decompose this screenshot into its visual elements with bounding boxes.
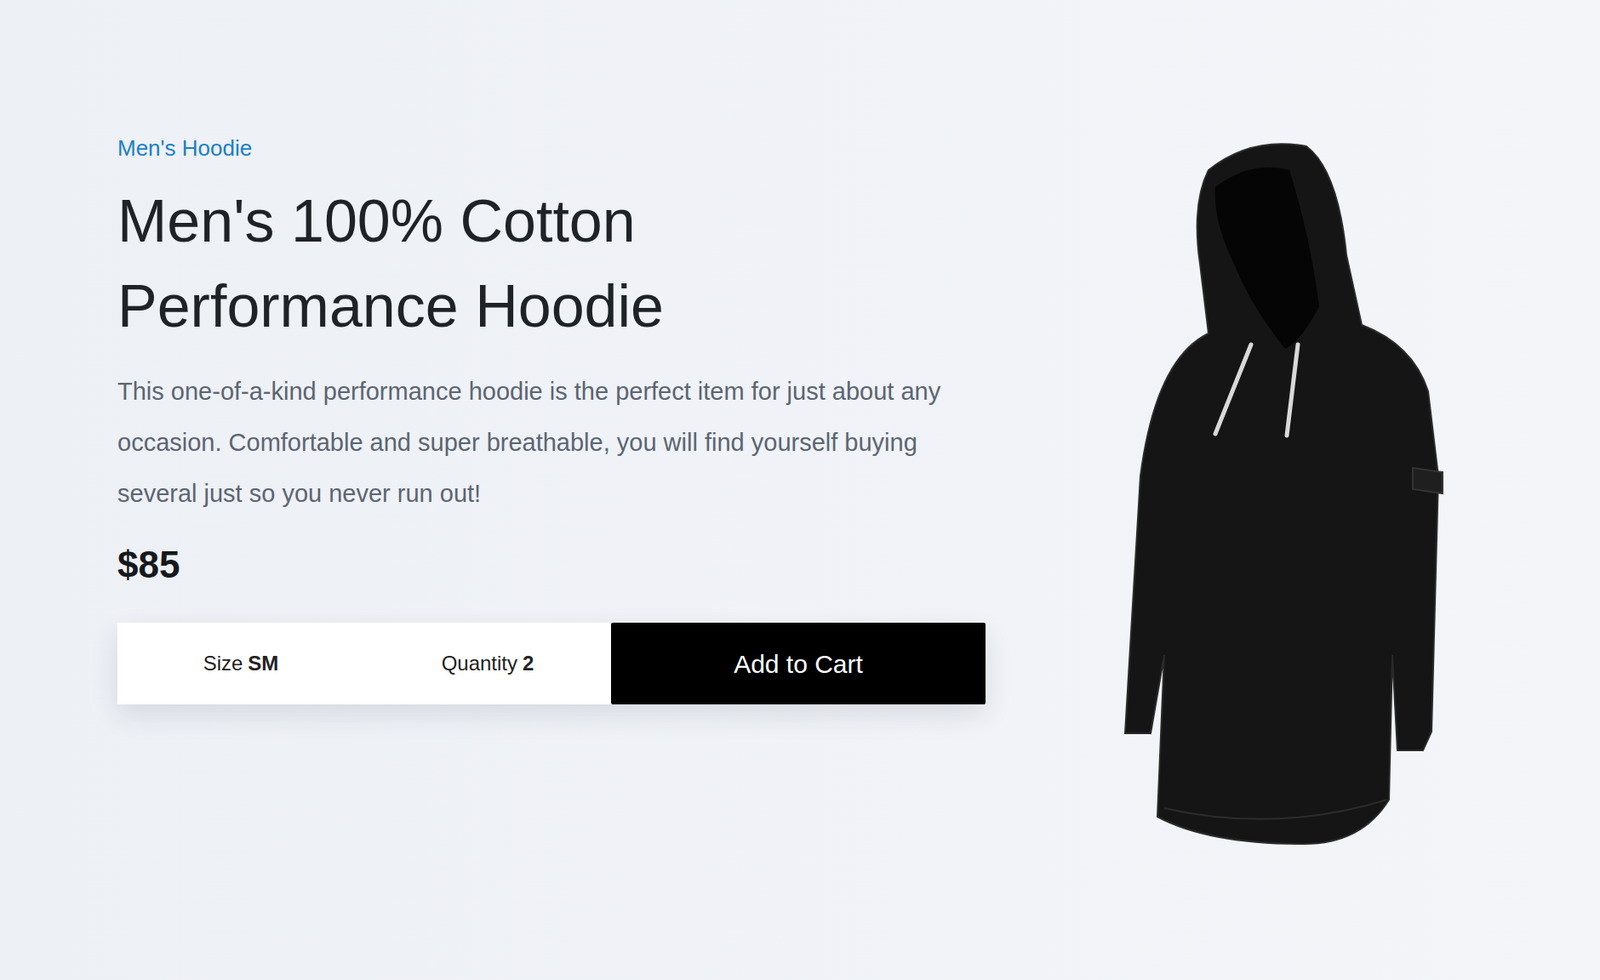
product-image <box>1021 0 1600 980</box>
product-page: Men's Hoodie Men's 100% Cotton Performanc… <box>0 0 1600 980</box>
option-selector[interactable]: Quantity2 <box>364 622 612 705</box>
category-link[interactable]: Men's Hoodie <box>117 132 1022 164</box>
add-to-cart-button[interactable]: Add to Cart <box>611 622 986 705</box>
product-description: This one-of-a-kind performance hoodie is… <box>117 365 978 520</box>
product-title: Men's 100% Cotton Performance Hoodie <box>117 178 884 349</box>
option-label: Quantity <box>441 648 518 680</box>
product-price: $85 <box>117 541 1022 589</box>
option-label: Size <box>203 648 244 680</box>
option-value: 2 <box>522 648 534 680</box>
hoodie-image <box>1106 136 1447 860</box>
option-selector[interactable]: SizeSM <box>117 622 365 705</box>
option-value: SM <box>247 648 279 680</box>
product-info: Men's Hoodie Men's 100% Cotton Performanc… <box>0 0 1022 980</box>
purchase-bar: SizeSMQuantity2Add to Cart <box>117 622 986 705</box>
